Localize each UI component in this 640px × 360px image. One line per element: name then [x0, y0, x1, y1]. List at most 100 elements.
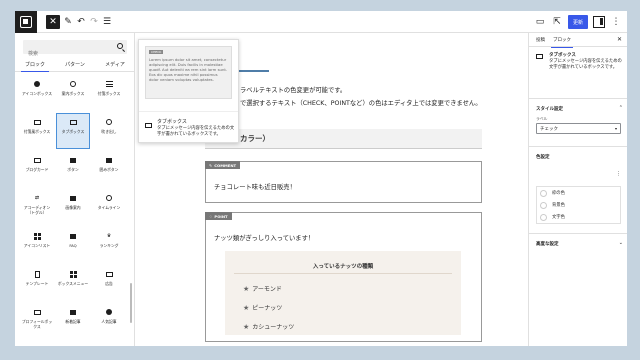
paragraph[interactable]: ラベルテキストの色変更が可能です。	[240, 85, 346, 94]
block-ad[interactable]: 広告	[92, 265, 126, 301]
star-icon: ★	[243, 284, 250, 293]
tab-box-icon	[69, 118, 77, 126]
block-inserter-panel: ブロック パターン メディア アイコンボックス 案内ボックス 付箋ボックス 付箋…	[15, 33, 135, 346]
list-item: ★ カシューナッツ	[243, 322, 294, 332]
redo-button[interactable]: ↷	[87, 15, 101, 29]
close-icon[interactable]: ✕	[617, 36, 622, 43]
block-ranking[interactable]: ♛ ランキング	[92, 227, 126, 263]
list-item: ★ アーモンド	[243, 284, 282, 294]
preview-card-text: Lorem ipsum dolor sit amet, consectetur …	[149, 57, 228, 82]
block-sticky-style-box[interactable]: 付箋風ボックス	[20, 113, 54, 149]
chevron-down-icon: ▾	[614, 126, 617, 131]
block-faq[interactable]: FAQ	[56, 227, 90, 263]
pen-icon: ✎	[64, 17, 72, 27]
site-logo-button[interactable]	[15, 11, 37, 33]
nut-name: ピーナッツ	[252, 305, 283, 312]
template-icon	[33, 270, 41, 278]
undo-button[interactable]: ↶	[74, 15, 88, 29]
block-document[interactable]	[20, 341, 54, 346]
divider	[234, 273, 452, 274]
settings-sidebar: 投稿 ブロック ✕ タブボックス タブにメッセージ内容を伝えるための文字が書かれ…	[528, 33, 627, 346]
tab-block[interactable]: ブロック	[551, 37, 573, 48]
box-icon	[33, 118, 41, 126]
block-popular-posts[interactable]: 人気記事	[92, 303, 126, 339]
block-wrapped-button[interactable]: 囲みボタン	[92, 151, 126, 187]
block-accordion[interactable]: ⇄ アコーディオン（トグル）	[20, 189, 54, 225]
block-label: FAQ	[69, 243, 77, 248]
block-template[interactable]: テンプレート	[20, 265, 54, 301]
color-border-option[interactable]: 枠の色	[536, 187, 621, 199]
point-box[interactable]: ♢ POINT ナッツ類がぎっしり入っています！ 入っているナッツの種類 ★ アーモ…	[205, 212, 482, 342]
chevron-down-icon[interactable]: ⌄	[619, 240, 623, 246]
inserter-scrollbar[interactable]	[130, 283, 132, 323]
tab-blocks[interactable]: ブロック	[15, 58, 55, 72]
tab-box-icon	[145, 123, 152, 128]
block-blog-card[interactable]: ブログカード	[20, 151, 54, 187]
star-icon: ★	[243, 303, 250, 312]
tab-patterns[interactable]: パターン	[55, 58, 95, 71]
block-icon-box[interactable]: アイコンボックス	[20, 75, 54, 111]
chevron-up-icon[interactable]: ⌃	[619, 105, 623, 111]
divider	[139, 111, 238, 112]
nut-list-box[interactable]: 入っているナッツの種類 ★ アーモンド ★ ピーナッツ ★ カシューナッツ	[225, 251, 461, 335]
comment-text: チョコレート味も近日販売！	[214, 184, 296, 191]
advanced-settings-section[interactable]: 高度な設定 ⌄	[529, 233, 627, 247]
block-tab-box[interactable]: タブボックス	[56, 113, 90, 149]
update-button[interactable]: 更新	[567, 15, 588, 29]
comment-box[interactable]: ✎ COMMENT チョコレート味も近日販売！	[205, 161, 482, 203]
logo-icon	[20, 16, 32, 28]
more-vertical-icon: ⋮	[611, 17, 621, 27]
editor-app: ✕ ✎ ↶ ↷ ☰ ▭ ⇱ 更新 ⋮ ブロック パターン メディア アイコンボッ…	[15, 11, 627, 346]
block-button[interactable]: ボタン	[56, 151, 90, 187]
tab-media[interactable]: メディア	[95, 58, 134, 71]
options-button[interactable]: ⋮	[610, 15, 622, 29]
swatch-icon	[540, 213, 547, 221]
tools-button[interactable]: ✎	[61, 15, 75, 29]
star-icon: ★	[243, 322, 250, 331]
block-grid: アイコンボックス 案内ボックス 付箋ボックス 付箋風ボックス タブボックス 吹き…	[20, 75, 130, 346]
heading-text: カラー）	[240, 134, 270, 143]
block-new-posts[interactable]: 新着記事	[56, 303, 90, 339]
block-profile-box[interactable]: プロフィールボックス	[20, 303, 54, 339]
preview-button[interactable]: ▭	[534, 15, 546, 29]
redo-icon: ↷	[90, 17, 98, 27]
ad-icon	[105, 270, 113, 278]
block-label: 付箋ボックス	[97, 91, 121, 96]
label-style-select[interactable]: チェック ▾	[536, 123, 621, 134]
block-timeline[interactable]: タイムライン	[92, 189, 126, 225]
block-label: ボタン	[67, 167, 79, 172]
color-text-option[interactable]: 文字色	[536, 211, 621, 223]
section-title: スタイル設定	[536, 107, 563, 112]
section-title: 色設定	[536, 155, 550, 160]
settings-toggle-icon[interactable]	[593, 16, 605, 28]
block-sticky-box[interactable]: 付箋ボックス	[92, 75, 126, 111]
block-image-guide[interactable]: 画像案内	[56, 189, 90, 225]
label-text: COMMENT	[214, 162, 237, 168]
tab-post[interactable]: 投稿	[536, 37, 545, 43]
block-icon-list[interactable]: アイコンリスト	[20, 227, 54, 263]
close-inserter-button[interactable]: ✕	[46, 15, 60, 29]
external-link-icon: ⇱	[553, 17, 561, 27]
more-vertical-icon[interactable]: ⋮	[616, 171, 621, 177]
block-speech-bubble[interactable]: 吹き出し	[92, 113, 126, 149]
wrapped-button-icon	[105, 156, 113, 164]
block-preview-popover: CHECK Lorem ipsum dolor sit amet, consec…	[138, 39, 239, 143]
nut-list-title: 入っているナッツの種類	[312, 264, 374, 270]
list-item: ★ ピーナッツ	[243, 303, 283, 313]
section-heading[interactable]: カラー）	[205, 129, 482, 149]
point-text: ナッツ類がぎっしり入っています！	[214, 235, 315, 242]
search-icon[interactable]	[117, 43, 123, 49]
block-label: 人気記事	[101, 319, 117, 324]
color-background-option[interactable]: 背景色	[536, 199, 621, 211]
view-post-button[interactable]: ⇱	[551, 15, 563, 29]
block-box-menu[interactable]: ボックスメニュー	[56, 265, 90, 301]
paragraph[interactable]: で選択するテキスト（CHECK、POINTなど）の色はエディタ上では変更できませ…	[240, 98, 482, 107]
block-guide-box[interactable]: 案内ボックス	[56, 75, 90, 111]
color-settings-section[interactable]: 色設定	[529, 146, 627, 160]
block-label: テンプレート	[25, 281, 49, 286]
block-label: プロフィールボックス	[21, 319, 53, 329]
comment-label: ✎ COMMENT	[205, 161, 241, 169]
list-view-button[interactable]: ☰	[100, 15, 114, 29]
top-toolbar: ✕ ✎ ↶ ↷ ☰ ▭ ⇱ 更新 ⋮	[15, 11, 627, 33]
style-settings-section[interactable]: スタイル設定 ⌃	[529, 98, 627, 112]
